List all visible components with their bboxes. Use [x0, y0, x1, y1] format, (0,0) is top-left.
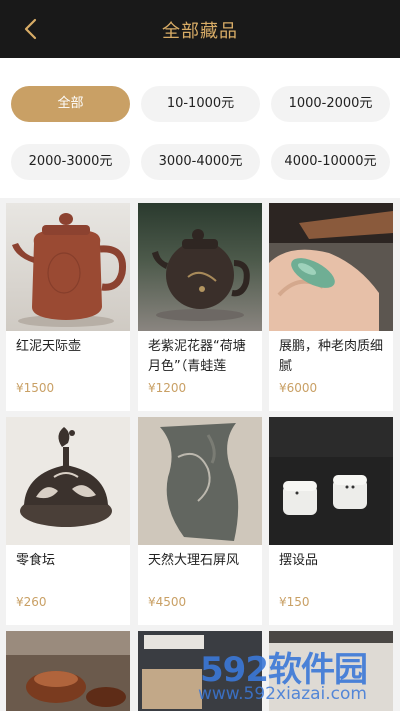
item-title: 天然大理石屏风: [148, 553, 240, 568]
filter-chip-2000-3000[interactable]: 2000-3000元: [11, 144, 130, 180]
top-bar: 全部藏品: [0, 0, 400, 58]
item-title: 老紫泥花器“荷塘月色”（青蛙莲: [148, 339, 246, 374]
filter-chip-4000-10000[interactable]: 4000-10000元: [271, 144, 390, 180]
item-image-teapot: [6, 203, 130, 331]
item-card[interactable]: 天然大理石屏风 ¥4500: [138, 417, 262, 625]
item-price: ¥1200: [148, 381, 187, 395]
filter-chip-1000-2000[interactable]: 1000-2000元: [271, 86, 390, 122]
item-card[interactable]: 摆设品 ¥150: [269, 417, 393, 625]
item-image-partial: [269, 631, 393, 711]
item-card[interactable]: 红泥天际壶 ¥1500: [6, 203, 130, 411]
item-title: 摆设品: [279, 553, 319, 568]
item-price: ¥6000: [279, 381, 318, 395]
price-filter-panel: 全部 10-1000元 1000-2000元 2000-3000元 3000-4…: [0, 58, 400, 198]
filter-chip-3000-4000[interactable]: 3000-4000元: [141, 144, 260, 180]
item-card[interactable]: 零食坛 ¥260: [6, 417, 130, 625]
item-image-snack-jar: [6, 417, 130, 545]
item-title: 零食坛: [16, 553, 56, 568]
filter-chip-all[interactable]: 全部: [11, 86, 130, 122]
item-image-jade-pendant: [269, 203, 393, 331]
item-image-ornament: [269, 417, 393, 545]
item-card[interactable]: [6, 631, 130, 711]
filter-chip-10-1000[interactable]: 10-1000元: [141, 86, 260, 122]
item-card[interactable]: [138, 631, 262, 711]
item-card[interactable]: [269, 631, 393, 711]
item-card[interactable]: 展鹏，种老肉质细腻 ¥6000: [269, 203, 393, 411]
item-title: 展鹏，种老肉质细腻: [279, 339, 384, 374]
item-image-purple-clay-pot: [138, 203, 262, 331]
item-price: ¥150: [279, 595, 310, 609]
page-title: 全部藏品: [162, 21, 238, 42]
item-image-marble-screen: [138, 417, 262, 545]
item-price: ¥4500: [148, 595, 187, 609]
item-image-partial: [138, 631, 262, 711]
item-price: ¥260: [16, 595, 47, 609]
item-card[interactable]: 老紫泥花器“荷塘月色”（青蛙莲 ¥1200: [138, 203, 262, 411]
item-image-partial: [6, 631, 130, 711]
item-price: ¥1500: [16, 381, 55, 395]
item-title: 红泥天际壶: [16, 339, 82, 354]
